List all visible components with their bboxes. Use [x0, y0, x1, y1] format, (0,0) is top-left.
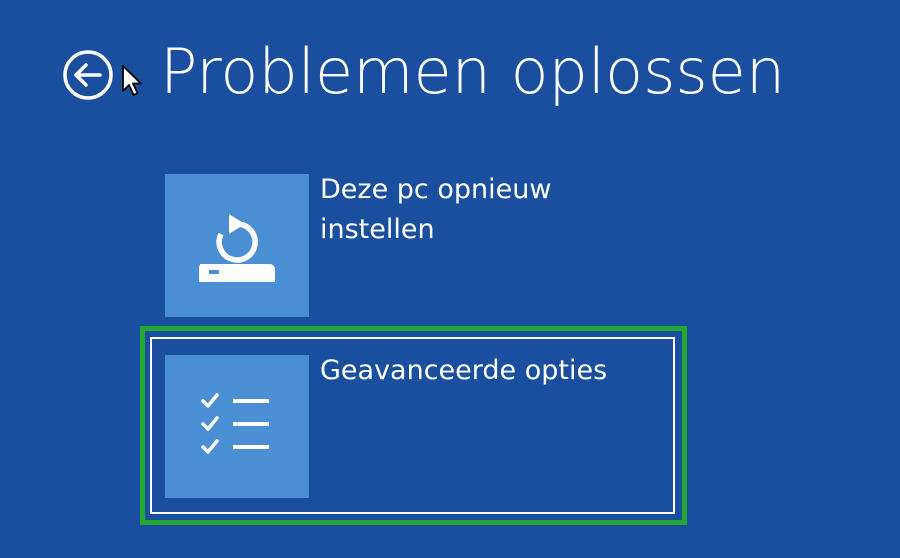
back-arrow-icon	[63, 50, 113, 100]
mouse-cursor-icon	[122, 65, 142, 96]
option-label: Geavanceerde opties	[320, 355, 608, 386]
option-tile	[165, 355, 309, 498]
checklist-icon	[201, 393, 269, 454]
option-tile	[165, 174, 309, 317]
page-title: Problemen oplossen	[160, 35, 786, 108]
back-button[interactable]	[62, 49, 114, 101]
option-advanced-options[interactable]: Geavanceerde opties	[165, 355, 675, 498]
reset-pc-icon	[199, 214, 275, 282]
option-reset-pc[interactable]: Deze pc opnieuw instellen	[165, 174, 675, 317]
header: Problemen oplossen	[0, 0, 900, 130]
option-label: Deze pc opnieuw instellen	[320, 174, 552, 245]
